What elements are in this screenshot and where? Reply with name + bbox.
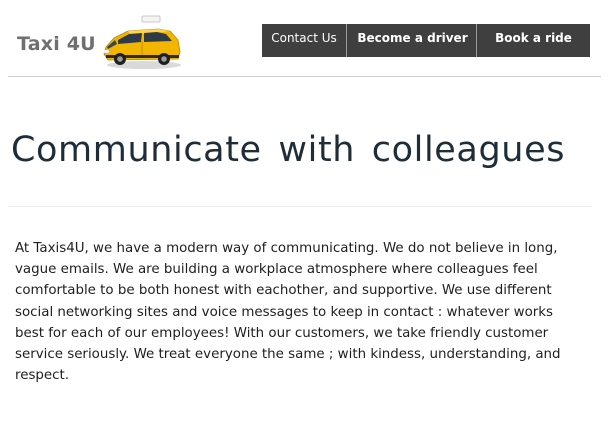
contact-us-button[interactable]: Contact Us: [262, 24, 347, 57]
site-logo[interactable]: Taxi 4U: [16, 10, 191, 70]
logo-text: Taxi 4U: [17, 33, 96, 55]
taxi-car-icon: [103, 15, 181, 69]
body-paragraph: At Taxis4U, we have a modern way of comm…: [15, 241, 561, 384]
book-ride-button[interactable]: Book a ride: [477, 24, 590, 57]
header-divider: [8, 76, 601, 77]
section-divider: [8, 206, 592, 207]
page: Taxi 4U Contact Us Become a driver Book …: [0, 0, 609, 438]
main-nav: Contact Us Become a driver Book a ride: [262, 24, 590, 57]
site-header: Taxi 4U Contact Us Become a driver Book …: [0, 0, 609, 77]
page-title: Communicate with colleagues: [11, 130, 566, 170]
become-driver-button[interactable]: Become a driver: [347, 24, 477, 57]
